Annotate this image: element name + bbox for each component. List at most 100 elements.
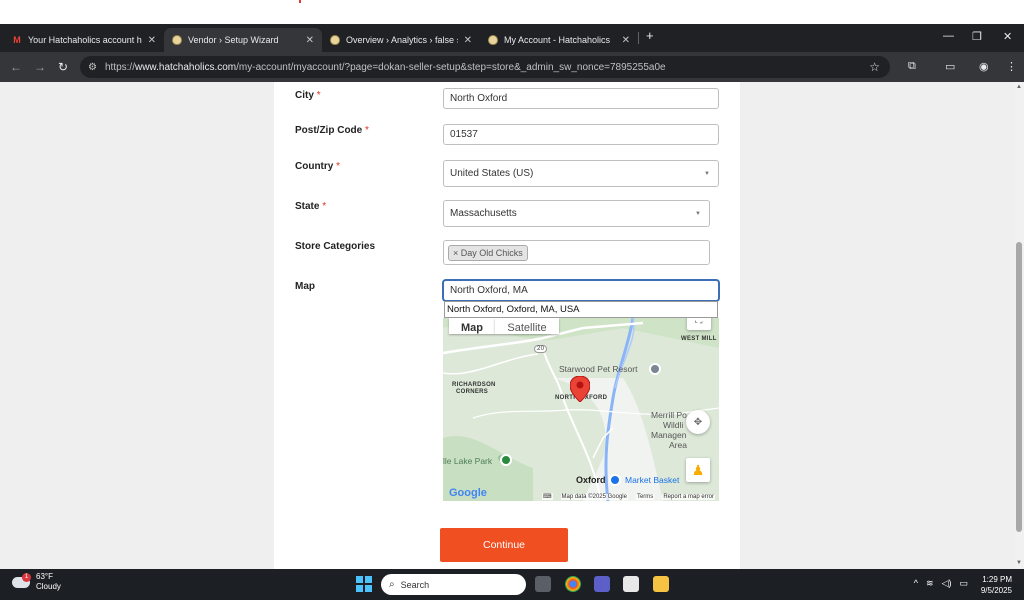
autocomplete-suggestion[interactable]: North Oxford, Oxford, MA, USA — [444, 301, 718, 318]
google-map[interactable]: Map Satellite ⛶ WEST MILL 20 Starwood Pe… — [443, 318, 719, 501]
restore-icon[interactable]: ❐ — [972, 30, 982, 43]
weather-widget[interactable]: 1 63°F Cloudy — [12, 572, 61, 592]
tab-title: Vendor › Setup Wizard — [188, 35, 279, 45]
browser-tab-bar: M Your Hatchaholics account has ✕ Vendor… — [0, 24, 1024, 52]
place-market-basket: Market Basket — [625, 475, 680, 485]
scroll-up-icon[interactable]: ▲ — [1016, 84, 1022, 90]
shopping-icon — [609, 474, 621, 486]
country-select[interactable]: United States (US) ▼ — [443, 160, 719, 187]
windows-start-icon[interactable] — [356, 576, 372, 592]
egg-icon — [488, 35, 498, 45]
categories-label: Store Categories — [295, 241, 376, 252]
state-value: Massachusetts — [450, 208, 517, 219]
scroll-down-icon[interactable]: ▼ — [1016, 560, 1022, 566]
egg-icon — [172, 35, 182, 45]
close-icon[interactable]: ✕ — [306, 35, 314, 46]
zip-input[interactable]: 01537 — [443, 124, 719, 145]
file-explorer-icon[interactable] — [653, 576, 669, 592]
menu-icon[interactable]: ⋮ — [1006, 60, 1017, 73]
continue-button[interactable]: Continue — [440, 528, 568, 562]
tab-analytics[interactable]: Overview › Analytics › false › Ha ✕ — [322, 28, 480, 52]
chrome-icon[interactable] — [565, 576, 581, 592]
setup-form-panel: City * North Oxford Post/Zip Code * 0153… — [274, 82, 740, 569]
close-icon[interactable]: ✕ — [622, 35, 630, 46]
cloud-icon: 1 — [12, 572, 31, 588]
notification-badge: 1 — [22, 572, 31, 582]
extensions-icon[interactable]: ⧉ — [908, 60, 916, 73]
profile-avatar[interactable]: ◉ — [979, 60, 989, 73]
city-input[interactable]: North Oxford — [443, 88, 719, 109]
street-view-pegman-icon[interactable]: ♟ — [686, 458, 710, 482]
scroll-thumb[interactable] — [1016, 242, 1022, 532]
place-merrill-2: Wildli — [663, 420, 684, 430]
search-placeholder: Search — [400, 579, 430, 590]
system-tray: ^ ≋ ◁) ▭ — [914, 578, 968, 589]
place-corners: CORNERS — [456, 389, 489, 395]
task-view-icon[interactable] — [535, 576, 551, 592]
place-west-mill: WEST MILL — [681, 336, 717, 342]
chevron-down-icon: ▼ — [704, 170, 710, 177]
taskbar-search[interactable]: ⌕ Search — [381, 574, 526, 595]
tab-title: Overview › Analytics › false › Ha — [346, 35, 458, 45]
forward-icon[interactable]: → — [34, 60, 46, 74]
site-settings-icon[interactable]: ⚙ — [88, 62, 97, 73]
tab-my-account[interactable]: My Account - Hatchaholics ✕ — [480, 28, 638, 52]
browser-toolbar: ← → ↻ ⚙ https://www.hatchaholics.com/my-… — [0, 52, 1024, 82]
reload-icon[interactable]: ↻ — [58, 60, 68, 74]
egg-icon — [330, 35, 340, 45]
place-merrill: Merrill Po — [651, 410, 687, 420]
state-select[interactable]: Massachusetts ▼ — [443, 200, 710, 227]
split-view-icon[interactable]: ▭ — [945, 60, 955, 73]
chevron-up-icon[interactable]: ^ — [914, 578, 918, 589]
report-error-link[interactable]: Report a map error — [662, 493, 715, 500]
map-type-satellite[interactable]: Satellite — [495, 318, 559, 334]
bookmark-star-icon[interactable]: ☆ — [869, 60, 880, 74]
categories-input[interactable]: × Day Old Chicks — [443, 240, 710, 265]
terms-link[interactable]: Terms — [635, 493, 655, 500]
state-label: State * — [295, 201, 327, 212]
city-label: City * — [295, 90, 321, 101]
top-strip — [0, 0, 1024, 24]
wifi-icon[interactable]: ≋ — [926, 578, 934, 589]
tab-gmail[interactable]: M Your Hatchaholics account has ✕ — [4, 28, 164, 52]
place-oxford: Oxford — [576, 475, 606, 485]
chevron-down-icon: ▼ — [695, 210, 701, 217]
tab-setup-wizard[interactable]: Vendor › Setup Wizard ✕ — [164, 28, 322, 52]
gmail-icon: M — [13, 35, 21, 45]
tab-title: My Account - Hatchaholics — [504, 35, 611, 45]
volume-icon[interactable]: ◁) — [942, 578, 952, 589]
category-tag[interactable]: × Day Old Chicks — [448, 244, 528, 261]
fullscreen-icon[interactable]: ⛶ — [687, 318, 711, 330]
new-tab-icon[interactable]: + — [646, 28, 654, 43]
map-pan-icon[interactable]: ✥ — [686, 410, 710, 434]
page-scrollbar[interactable]: ▲ ▼ — [1014, 82, 1024, 569]
poi-icon — [649, 363, 661, 375]
close-icon[interactable]: ✕ — [148, 35, 156, 46]
keyboard-shortcuts-icon[interactable]: ⌨ — [541, 493, 553, 500]
zip-label: Post/Zip Code * — [295, 125, 369, 136]
system-clock[interactable]: 1:29 PM 9/5/2025 — [981, 574, 1012, 596]
place-starwood: Starwood Pet Resort — [559, 364, 638, 374]
red-marker — [299, 0, 301, 3]
clock-date: 9/5/2025 — [980, 586, 1012, 595]
place-lake-park: lle Lake Park — [443, 456, 493, 466]
map-type-map[interactable]: Map — [449, 318, 495, 334]
store-icon[interactable] — [623, 576, 639, 592]
search-icon: ⌕ — [389, 579, 395, 590]
country-value: United States (US) — [450, 168, 534, 179]
minimize-icon[interactable]: — — [943, 30, 954, 42]
park-icon — [500, 454, 512, 466]
map-search-input[interactable]: North Oxford, MA — [443, 280, 719, 301]
window-close-icon[interactable]: ✕ — [1003, 30, 1012, 43]
url-text: https://www.hatchaholics.com/my-account/… — [104, 61, 666, 73]
battery-icon[interactable]: ▭ — [959, 578, 968, 589]
map-label: Map — [295, 281, 315, 292]
map-data-credit: Map data ©2025 Google — [560, 493, 628, 500]
teams-icon[interactable] — [594, 576, 610, 592]
close-icon[interactable]: ✕ — [464, 35, 472, 46]
windows-taskbar: 1 63°F Cloudy ⌕ Search ^ ≋ ◁) ▭ 1:29 PM 9… — [0, 569, 1024, 600]
weather-condition: Cloudy — [36, 582, 61, 591]
back-icon[interactable]: ← — [10, 60, 22, 74]
tab-separator — [638, 32, 639, 44]
address-bar[interactable]: ⚙ https://www.hatchaholics.com/my-accoun… — [80, 56, 890, 78]
